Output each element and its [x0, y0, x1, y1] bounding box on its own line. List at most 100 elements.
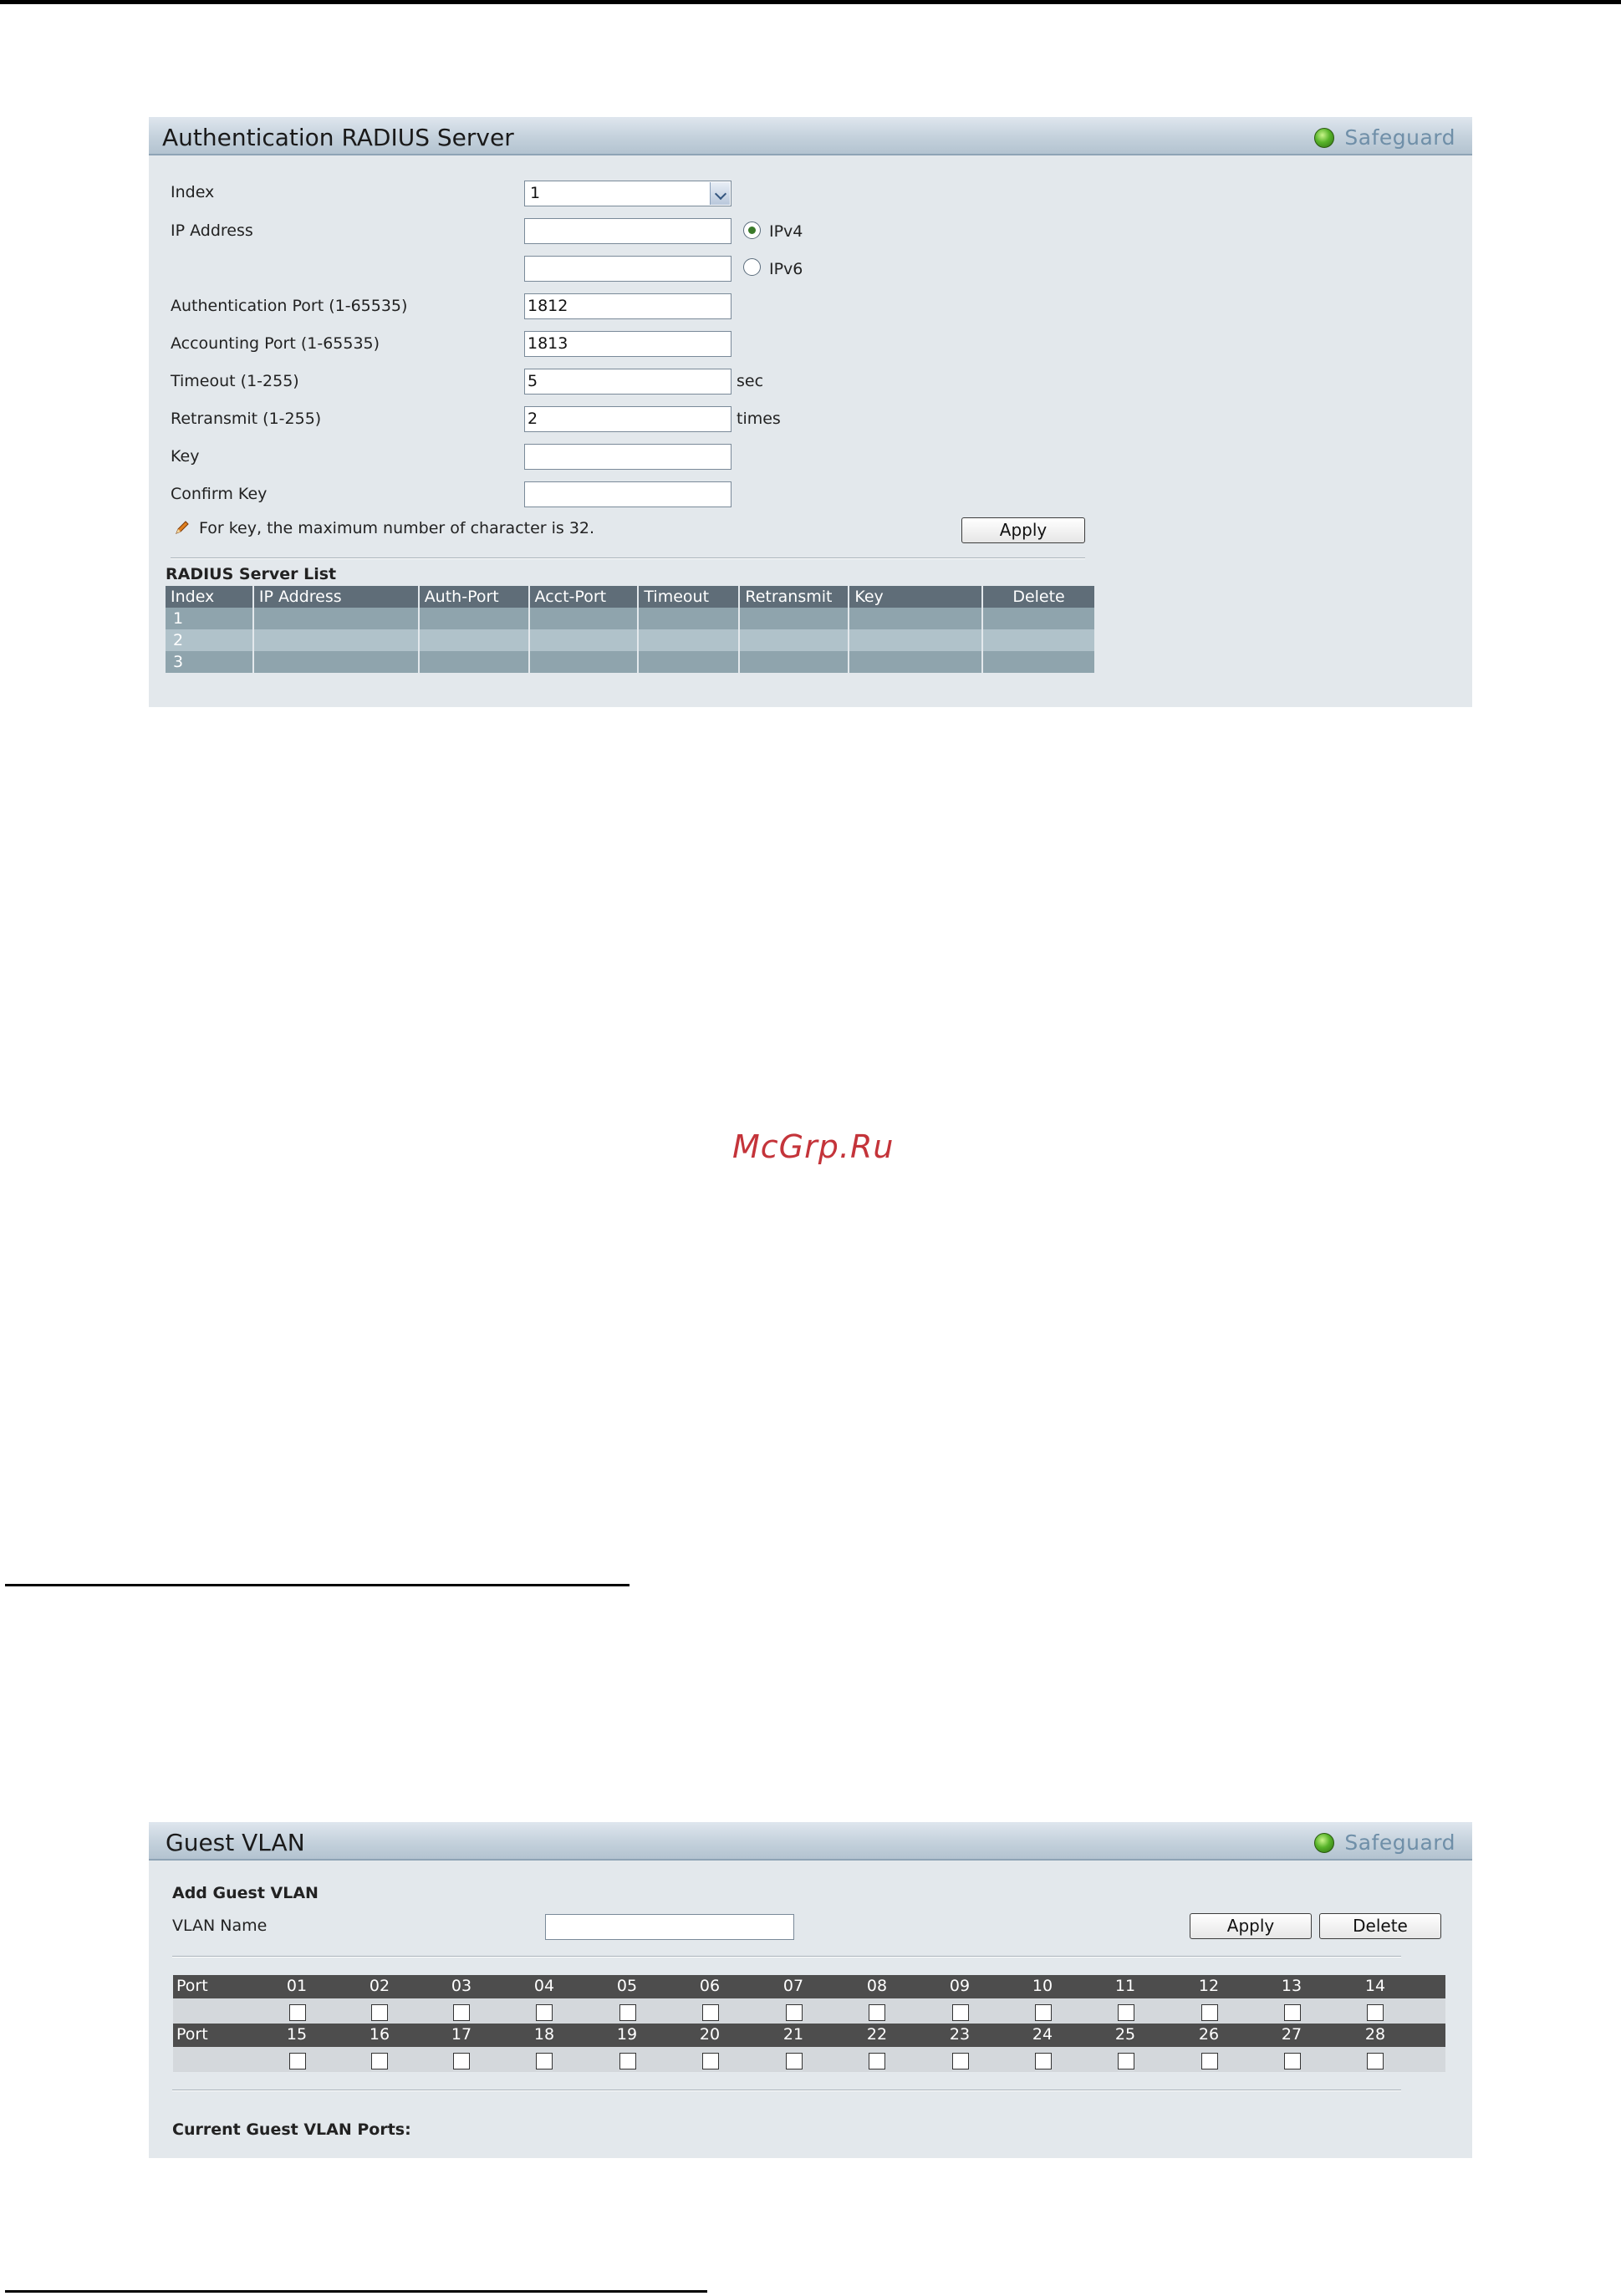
watermark: McGrp.Ru	[732, 1128, 895, 1165]
column-header-auth-port: Auth-Port	[418, 586, 530, 608]
port-26-checkbox[interactable]	[1201, 2053, 1218, 2069]
confirm-key-input[interactable]	[524, 481, 731, 507]
port-02-checkbox[interactable]	[371, 2004, 388, 2021]
ipv6-radio[interactable]	[743, 258, 761, 276]
ipv4-address-input[interactable]	[524, 218, 731, 244]
guest-vlan-panel-title: Guest VLAN	[166, 1829, 305, 1856]
key-input[interactable]	[524, 444, 731, 470]
table-cell	[252, 629, 420, 651]
port-06-checkbox[interactable]	[702, 2004, 719, 2021]
acct-port-input[interactable]: 1813	[524, 331, 731, 357]
radius-panel-title: Authentication RADIUS Server	[162, 124, 514, 151]
confirm-key-label: Confirm Key	[171, 485, 268, 503]
current-guest-vlan-ports-label: Current Guest VLAN Ports:	[172, 2120, 411, 2139]
port-18-checkbox[interactable]	[536, 2053, 553, 2069]
port-number: 08	[866, 1977, 888, 1995]
port-04-checkbox[interactable]	[536, 2004, 553, 2021]
table-cell	[982, 651, 1096, 673]
ipv6-address-input[interactable]	[524, 256, 731, 282]
port-number: 09	[949, 1977, 971, 1995]
add-guest-vlan-heading: Add Guest VLAN	[172, 1884, 319, 1902]
port-number: 27	[1281, 2025, 1302, 2044]
ipv6-label: IPv6	[769, 260, 803, 278]
radius-separator	[171, 557, 1085, 559]
table-cell: 3	[166, 651, 254, 673]
port-11-checkbox[interactable]	[1118, 2004, 1134, 2021]
port-13-checkbox[interactable]	[1284, 2004, 1301, 2021]
vlan-name-label: VLAN Name	[172, 1917, 268, 1935]
port-17-checkbox[interactable]	[453, 2053, 470, 2069]
port-07-checkbox[interactable]	[786, 2004, 803, 2021]
safeguard-indicator: Safeguard	[1314, 125, 1455, 150]
apply-button[interactable]: Apply	[961, 517, 1085, 543]
port-16-checkbox[interactable]	[371, 2053, 388, 2069]
delete-button[interactable]: Delete	[1319, 1913, 1441, 1939]
table-row: 2	[166, 629, 1096, 651]
port-25-checkbox[interactable]	[1118, 2053, 1134, 2069]
table-cell	[638, 629, 741, 651]
index-label: Index	[171, 183, 215, 201]
port-20-checkbox[interactable]	[702, 2053, 719, 2069]
port-05-checkbox[interactable]	[619, 2004, 636, 2021]
guest-vlan-separator-bottom	[172, 2090, 1401, 2091]
port-03-checkbox[interactable]	[453, 2004, 470, 2021]
port-01-checkbox[interactable]	[289, 2004, 306, 2021]
table-cell	[418, 608, 530, 629]
port-number: 24	[1032, 2025, 1053, 2044]
table-row: 1	[166, 608, 1096, 629]
port-24-checkbox[interactable]	[1035, 2053, 1052, 2069]
table-cell	[528, 629, 640, 651]
safeguard-indicator: Safeguard	[1314, 1830, 1455, 1855]
chevron-down-icon[interactable]	[710, 182, 730, 205]
port-14-checkbox[interactable]	[1367, 2004, 1384, 2021]
table-cell	[982, 608, 1096, 629]
table-cell	[528, 651, 640, 673]
table-cell	[849, 608, 984, 629]
port-number: 17	[451, 2025, 472, 2044]
port-09-checkbox[interactable]	[952, 2004, 969, 2021]
pencil-icon	[176, 521, 189, 534]
safeguard-status-icon	[1314, 1832, 1335, 1853]
port-23-checkbox[interactable]	[952, 2053, 969, 2069]
auth-port-label: Authentication Port (1-65535)	[171, 297, 408, 315]
port-header-row-1: Port 01 02 03 04 05 06 07 08 09 10 11 12…	[173, 1975, 1445, 1998]
column-header-acct-port: Acct-Port	[528, 586, 640, 608]
key-length-note: For key, the maximum number of character…	[199, 519, 595, 537]
port-number: 20	[699, 2025, 721, 2044]
safeguard-label: Safeguard	[1344, 1830, 1455, 1855]
port-number: 03	[451, 1977, 472, 1995]
top-rule	[0, 0, 1621, 4]
timeout-input[interactable]: 5	[524, 369, 731, 395]
port-15-checkbox[interactable]	[289, 2053, 306, 2069]
table-cell	[252, 608, 420, 629]
guest-vlan-panel-header: Guest VLAN Safeguard	[149, 1822, 1472, 1861]
column-header-key: Key	[849, 586, 984, 608]
index-select[interactable]: 1	[524, 181, 731, 206]
table-cell	[638, 608, 741, 629]
radius-server-list-title: RADIUS Server List	[166, 565, 337, 583]
port-08-checkbox[interactable]	[869, 2004, 885, 2021]
table-cell	[418, 629, 530, 651]
ipv4-radio[interactable]	[743, 221, 761, 239]
radius-server-list: Index IP Address Auth-Port Acct-Port Tim…	[166, 586, 1096, 673]
port-21-checkbox[interactable]	[786, 2053, 803, 2069]
table-cell	[739, 608, 850, 629]
port-27-checkbox[interactable]	[1284, 2053, 1301, 2069]
port-12-checkbox[interactable]	[1201, 2004, 1218, 2021]
section-rule	[5, 2290, 707, 2293]
port-number: 07	[782, 1977, 804, 1995]
vlan-name-input[interactable]	[545, 1914, 794, 1940]
port-28-checkbox[interactable]	[1367, 2053, 1384, 2069]
port-22-checkbox[interactable]	[869, 2053, 885, 2069]
port-number: 16	[369, 2025, 390, 2044]
port-number: 18	[533, 2025, 555, 2044]
apply-button[interactable]: Apply	[1190, 1913, 1312, 1939]
port-10-checkbox[interactable]	[1035, 2004, 1052, 2021]
port-label: Port	[176, 1977, 208, 1995]
retransmit-input[interactable]: 2	[524, 406, 731, 432]
column-header-ip-address: IP Address	[252, 586, 420, 608]
port-19-checkbox[interactable]	[619, 2053, 636, 2069]
port-number: 25	[1114, 2025, 1136, 2044]
index-select-value: 1	[530, 184, 541, 202]
auth-port-input[interactable]: 1812	[524, 293, 731, 319]
